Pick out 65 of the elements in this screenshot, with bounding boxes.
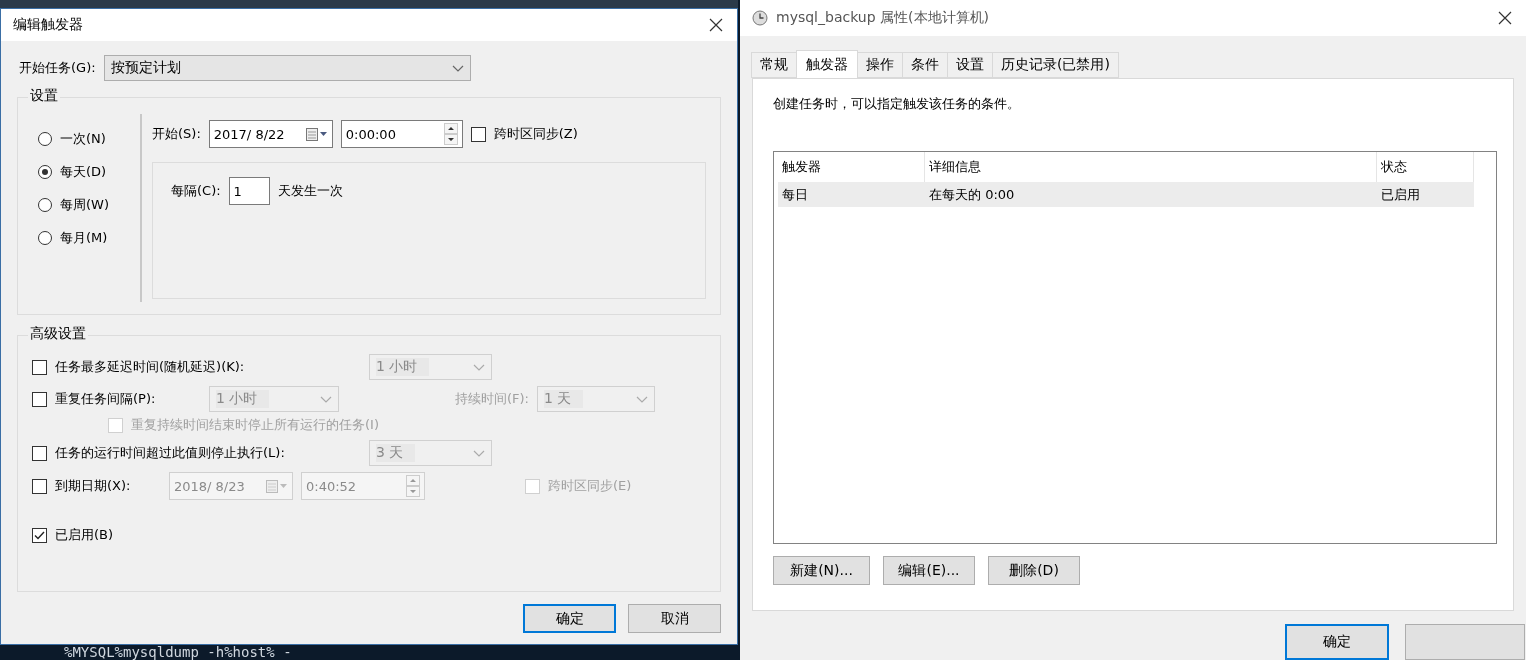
ok-button[interactable]: 确定: [523, 604, 616, 633]
window-title: mysql_backup 属性(本地计算机): [776, 9, 989, 27]
radio-button[interactable]: [38, 231, 52, 245]
description-text: 创建任务时，可以指定触发该任务的条件。: [773, 95, 1021, 113]
field-label: 持续时间(F):: [455, 390, 529, 408]
field-label: 开始任务(G):: [19, 59, 96, 77]
checkbox-label: 跨时区同步(E): [548, 477, 632, 495]
action-button[interactable]: 新建(N)...: [773, 556, 870, 585]
table-cell-text: 已启用: [1380, 186, 1421, 204]
tab[interactable]: 触发器: [796, 50, 858, 78]
caret-icon: [636, 395, 648, 403]
field-suffix: 天发生一次: [277, 182, 343, 200]
calendar-icon: [305, 127, 328, 141]
checkbox[interactable]: [32, 527, 47, 543]
close-icon: [709, 18, 723, 32]
begin-task-dropdown[interactable]: 按预定计划: [103, 55, 471, 81]
group-title: 设置: [28, 87, 60, 105]
radio-label: 每天(D): [60, 163, 107, 181]
spinner-icon: [406, 475, 420, 497]
checkbox[interactable]: [32, 478, 47, 494]
close-icon: [1498, 11, 1512, 25]
spinner-icon: [443, 123, 458, 145]
action-button[interactable]: 删除(D): [988, 556, 1080, 585]
group-title: 高级设置: [28, 325, 88, 343]
radio-label: 一次(N): [60, 130, 106, 148]
checkbox[interactable]: [32, 359, 47, 375]
action-button[interactable]: 编辑(E)...: [883, 556, 975, 585]
tab[interactable]: 操作: [857, 52, 903, 78]
caret-icon: [451, 64, 464, 72]
field-label: 开始(S):: [152, 125, 201, 143]
radio-label: 每月(M): [60, 229, 108, 247]
date-field[interactable]: 2017/ 8/22: [208, 120, 333, 148]
table-cell-text: 每日: [781, 186, 809, 204]
radio-button[interactable]: [38, 198, 52, 212]
tab[interactable]: 常规: [751, 52, 797, 78]
checkmark-icon: [34, 530, 45, 540]
ok-button[interactable]: 确定: [1285, 624, 1389, 660]
tab[interactable]: 历史记录(已禁用): [992, 52, 1119, 78]
checkbox[interactable]: [32, 391, 47, 407]
caret-icon: [320, 395, 332, 403]
clock-icon: [752, 10, 768, 26]
checkbox-label: 任务的运行时间超过此值则停止执行(L):: [55, 444, 286, 462]
tab[interactable]: 设置: [947, 52, 993, 78]
checkbox-label: 跨时区同步(Z): [493, 125, 578, 143]
table-row[interactable]: 每日 在每天的 0:00 已启用: [778, 182, 1474, 207]
interval-field[interactable]: 1: [228, 177, 270, 205]
checkbox[interactable]: [470, 126, 486, 142]
field-label: 每隔(C):: [171, 182, 221, 200]
checkbox-label: 重复任务间隔(P):: [55, 390, 157, 408]
calendar-icon: [266, 479, 288, 493]
tab[interactable]: 条件: [902, 52, 948, 78]
table-cell-text: 在每天的 0:00: [928, 186, 1016, 204]
radio-button[interactable]: [38, 132, 52, 146]
cancel-button[interactable]: 取消: [628, 604, 721, 633]
caret-icon: [473, 363, 485, 371]
checkbox-label: 已启用(B): [55, 526, 114, 544]
radio-button[interactable]: [38, 165, 52, 179]
checkbox[interactable]: [32, 445, 47, 461]
checkbox-label: 重复持续时间结束时停止所有运行的任务(I): [131, 416, 379, 434]
checkbox-label: 到期日期(X):: [55, 477, 132, 495]
checkbox-label: 任务最多延迟时间(随机延迟)(K):: [55, 358, 246, 376]
caret-icon: [473, 449, 485, 457]
window-title: 编辑触发器: [13, 16, 83, 34]
time-field[interactable]: 0:00:00: [340, 120, 463, 148]
radio-label: 每周(W): [60, 196, 109, 214]
